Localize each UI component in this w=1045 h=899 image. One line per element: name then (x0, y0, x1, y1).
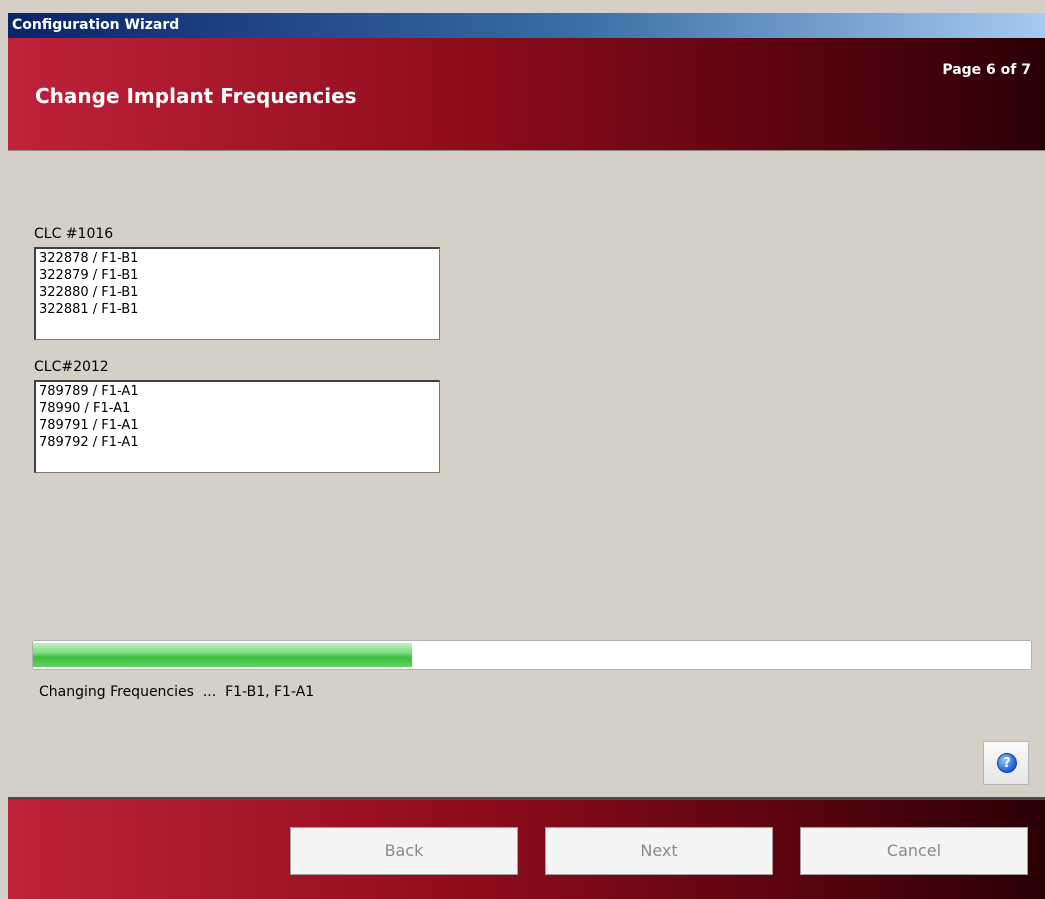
next-button[interactable]: Next (545, 827, 773, 875)
list-item[interactable]: 789791 / F1-A1 (39, 417, 439, 434)
wizard-footer: Back Next Cancel (8, 800, 1045, 899)
listbox-clc-1016[interactable]: 322878 / F1-B1 322879 / F1-B1 322880 / F… (34, 247, 440, 340)
list-item[interactable]: 322879 / F1-B1 (39, 267, 439, 284)
listbox-clc-2012[interactable]: 789789 / F1-A1 78990 / F1-A1 789791 / F1… (34, 380, 440, 473)
window-title: Configuration Wizard (12, 17, 180, 33)
list-item[interactable]: 789792 / F1-A1 (39, 434, 439, 451)
help-button[interactable]: ? (983, 741, 1029, 785)
page-indicator: Page 6 of 7 (942, 62, 1031, 78)
group-label-clc-2012: CLC#2012 (34, 359, 109, 375)
list-item[interactable]: 322878 / F1-B1 (39, 250, 439, 267)
window-titlebar: Configuration Wizard (8, 13, 1045, 38)
wizard-header: Change Implant Frequencies Page 6 of 7 (8, 38, 1045, 151)
list-item[interactable]: 78990 / F1-A1 (39, 400, 439, 417)
back-button[interactable]: Back (290, 827, 518, 875)
page-title: Change Implant Frequencies (35, 84, 357, 108)
list-item[interactable]: 789789 / F1-A1 (39, 383, 439, 400)
group-label-clc-1016: CLC #1016 (34, 226, 114, 242)
progress-fill (33, 643, 413, 667)
list-item[interactable]: 322881 / F1-B1 (39, 301, 439, 318)
cancel-button[interactable]: Cancel (800, 827, 1028, 875)
progress-bar (32, 640, 1032, 670)
status-text: Changing Frequencies ... F1-B1, F1-A1 (39, 684, 315, 700)
list-item[interactable]: 322880 / F1-B1 (39, 284, 439, 301)
help-question-icon: ? (997, 753, 1017, 773)
wizard-content: CLC #1016 322878 / F1-B1 322879 / F1-B1 … (8, 151, 1045, 797)
